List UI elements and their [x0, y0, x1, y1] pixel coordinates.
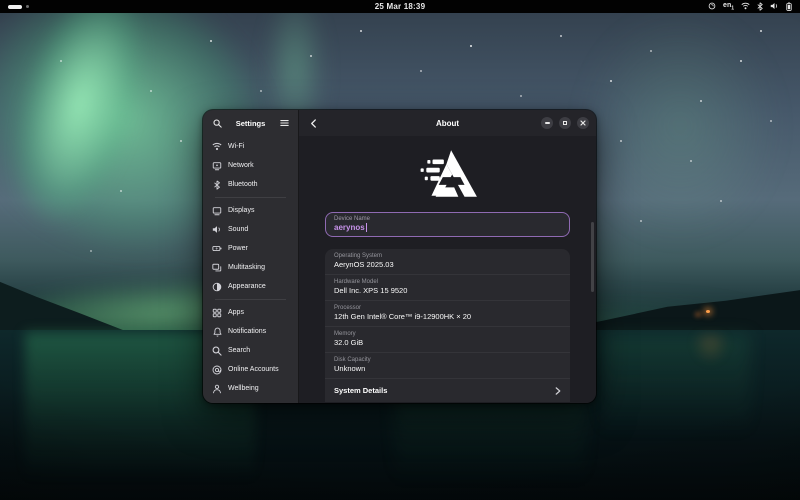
settings-window: Settings Wi-Fi Network: [203, 110, 596, 403]
about-page: About: [299, 110, 596, 403]
wellbeing-icon: [212, 384, 222, 394]
top-bar: 25 Mar 18:39 en1: [0, 0, 800, 13]
battery-icon: [786, 2, 792, 11]
status-indicator-icon: [708, 2, 716, 10]
sidebar-item[interactable]: Appearance: [208, 277, 293, 296]
wifi-icon: [212, 142, 222, 152]
desktop: 25 Mar 18:39 en1: [0, 0, 800, 500]
device-name-value[interactable]: aerynos: [334, 223, 365, 232]
maximize-button[interactable]: [559, 117, 571, 129]
sidebar-item[interactable]: Apps: [208, 303, 293, 322]
sidebar-title: Settings: [224, 119, 277, 128]
power-icon: [212, 244, 222, 254]
search-icon: [212, 346, 222, 356]
info-row: Disk Capacity Unknown: [325, 353, 570, 379]
search-button[interactable]: [210, 116, 224, 130]
info-row: Operating System AerynOS 2025.03: [325, 249, 570, 275]
bell-icon: [212, 327, 222, 337]
sidebar-header: Settings: [203, 110, 298, 136]
aerynos-logo: [417, 148, 479, 200]
sidebar-separator: [215, 197, 286, 198]
keyboard-layout-indicator: en1: [723, 2, 734, 11]
sidebar-nav: Wi-Fi Network Bluetooth: [203, 136, 298, 398]
close-icon: [580, 120, 586, 126]
sidebar-item[interactable]: Bluetooth: [208, 175, 293, 194]
text-caret: [366, 223, 367, 232]
settings-sidebar: Settings Wi-Fi Network: [203, 110, 299, 403]
sidebar-item[interactable]: Wellbeing: [208, 379, 293, 398]
minimize-icon: [545, 122, 550, 124]
display-icon: [212, 206, 222, 216]
sidebar-item[interactable]: Search: [208, 341, 293, 360]
info-row: Processor 12th Gen Intel® Core™ i9-12900…: [325, 301, 570, 327]
device-name-field[interactable]: Device Name aerynos: [325, 212, 570, 237]
at-icon: [212, 365, 222, 375]
status-area[interactable]: en1: [708, 2, 792, 11]
appearance-icon: [212, 282, 222, 292]
clock[interactable]: 25 Mar 18:39: [0, 2, 800, 11]
scrollbar-thumb[interactable]: [591, 222, 594, 292]
system-info-card: Operating System AerynOS 2025.03 Hardwar…: [325, 249, 570, 402]
sidebar-separator: [215, 299, 286, 300]
sidebar-item[interactable]: Power: [208, 239, 293, 258]
window-controls: [541, 117, 589, 129]
sidebar-item[interactable]: Sound: [208, 220, 293, 239]
multitasking-icon: [212, 263, 222, 273]
sidebar-item[interactable]: Displays: [208, 201, 293, 220]
sidebar-item[interactable]: Multitasking: [208, 258, 293, 277]
info-row: Hardware Model Dell Inc. XPS 15 9520: [325, 275, 570, 301]
about-scroll-area: Device Name aerynos Operating System Aer…: [299, 136, 596, 403]
volume-icon: [770, 2, 779, 10]
workspace-pill-icon: [8, 5, 22, 9]
sidebar-item[interactable]: Online Accounts: [208, 360, 293, 379]
info-row: Memory 32.0 GiB: [325, 327, 570, 353]
sound-icon: [212, 225, 222, 235]
workspace-indicator[interactable]: [8, 5, 29, 9]
sidebar-item[interactable]: Network: [208, 156, 293, 175]
minimize-button[interactable]: [541, 117, 553, 129]
wifi-icon: [741, 2, 750, 10]
system-details-row[interactable]: System Details: [325, 379, 570, 402]
device-name-label: Device Name: [334, 216, 561, 222]
workspace-dot-icon: [26, 5, 29, 8]
back-button[interactable]: [306, 116, 320, 130]
close-button[interactable]: [577, 117, 589, 129]
sidebar-item[interactable]: Notifications: [208, 322, 293, 341]
content-header: About: [299, 110, 596, 136]
menu-button[interactable]: [277, 116, 291, 130]
apps-icon: [212, 308, 222, 318]
network-icon: [212, 161, 222, 171]
maximize-icon: [563, 121, 567, 125]
bluetooth-icon: [757, 2, 763, 11]
sidebar-item[interactable]: Wi-Fi: [208, 137, 293, 156]
bluetooth-icon: [212, 180, 222, 190]
chevron-right-icon: [555, 387, 561, 395]
